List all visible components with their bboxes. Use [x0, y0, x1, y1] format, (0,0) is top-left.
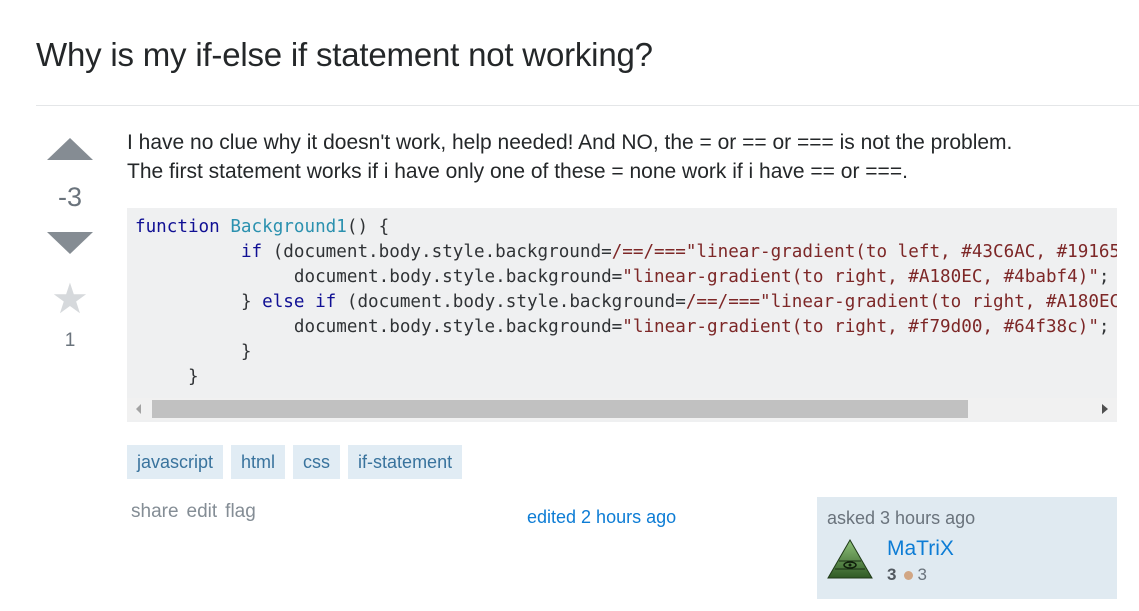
question-title[interactable]: Why is my if-else if statement not worki… [36, 36, 653, 74]
code-line: if (document.body.style.background=/==/=… [135, 240, 1117, 265]
tag-list: javascript html css if-statement [127, 445, 463, 479]
code-text: ; [1098, 317, 1110, 337]
code-keyword: else if [262, 292, 337, 312]
avatar[interactable] [827, 539, 873, 579]
tag-javascript[interactable]: javascript [127, 445, 224, 479]
code-text: document.body.style.background= [293, 267, 623, 287]
tag-html[interactable]: html [231, 445, 286, 479]
code-line: function Background1() { [135, 215, 1117, 240]
code-string: /==/==="linear-gradient(to left, #43C6AC… [611, 242, 1117, 262]
post-menu: share edit flag [131, 501, 256, 523]
divider [36, 105, 1139, 106]
favorite-count: 1 [64, 330, 76, 351]
code-text: (document.body.style.background= [336, 292, 686, 312]
owner-card: asked 3 hours ago MaTriX 3 3 [817, 497, 1117, 599]
asked-time: asked 3 hours ago [827, 508, 976, 528]
code-string: "linear-gradient(to right, #f79d00, #64f… [622, 317, 1099, 337]
body-line: The first statement works if i have only… [127, 160, 908, 183]
code-line: document.body.style.background="linear-g… [135, 315, 1117, 340]
code-keyword: function [135, 217, 220, 237]
tag-css[interactable]: css [293, 445, 341, 479]
edit-link[interactable]: edit [187, 501, 218, 523]
code-keyword: if [240, 242, 263, 262]
bronze-badge-icon [904, 570, 914, 580]
code-string: "linear-gradient(to right, #A180EC, #4ba… [622, 267, 1099, 287]
code-block: function Background1() { if (document.bo… [127, 208, 1117, 422]
scroll-right-arrow-icon[interactable] [1102, 404, 1108, 414]
scrollbar-thumb[interactable] [152, 400, 968, 418]
edited-link[interactable]: edited 2 hours ago [527, 507, 676, 528]
scroll-left-arrow-icon[interactable] [136, 404, 141, 414]
code-line: } [135, 342, 252, 362]
bronze-badge-count: 3 [917, 565, 927, 584]
upvote-arrow-icon[interactable] [47, 138, 93, 160]
favorite-star-icon[interactable]: ★ [40, 278, 100, 320]
code-text: document.body.style.background= [293, 317, 623, 337]
downvote-arrow-icon[interactable] [47, 232, 93, 254]
code-text: () { [346, 217, 390, 237]
code-text: ; [1098, 267, 1110, 287]
share-link[interactable]: share [131, 501, 179, 523]
body-line: I have no clue why it doesn't work, help… [127, 131, 1013, 154]
reputation-score: 3 [887, 565, 897, 584]
code-string: /==/==="linear-gradient(to right, #A180E… [685, 292, 1117, 312]
code-text: (document.body.style.background= [262, 242, 612, 262]
code-line: } else if (document.body.style.backgroun… [135, 290, 1117, 315]
vote-count: -3 [57, 182, 82, 212]
code-line: document.body.style.background="linear-g… [135, 265, 1117, 290]
tag-if-statement[interactable]: if-statement [348, 445, 463, 479]
user-name-link[interactable]: MaTriX [887, 537, 954, 561]
horizontal-scrollbar[interactable] [127, 398, 1117, 420]
question-body: I have no clue why it doesn't work, help… [127, 128, 1012, 186]
user-reputation: 3 3 [887, 565, 927, 585]
code-text: } [240, 292, 263, 312]
flag-link[interactable]: flag [225, 501, 256, 523]
code-function-name: Background1 [230, 217, 347, 237]
code-line: } [135, 367, 199, 387]
code-content: function Background1() { if (document.bo… [135, 215, 1117, 390]
